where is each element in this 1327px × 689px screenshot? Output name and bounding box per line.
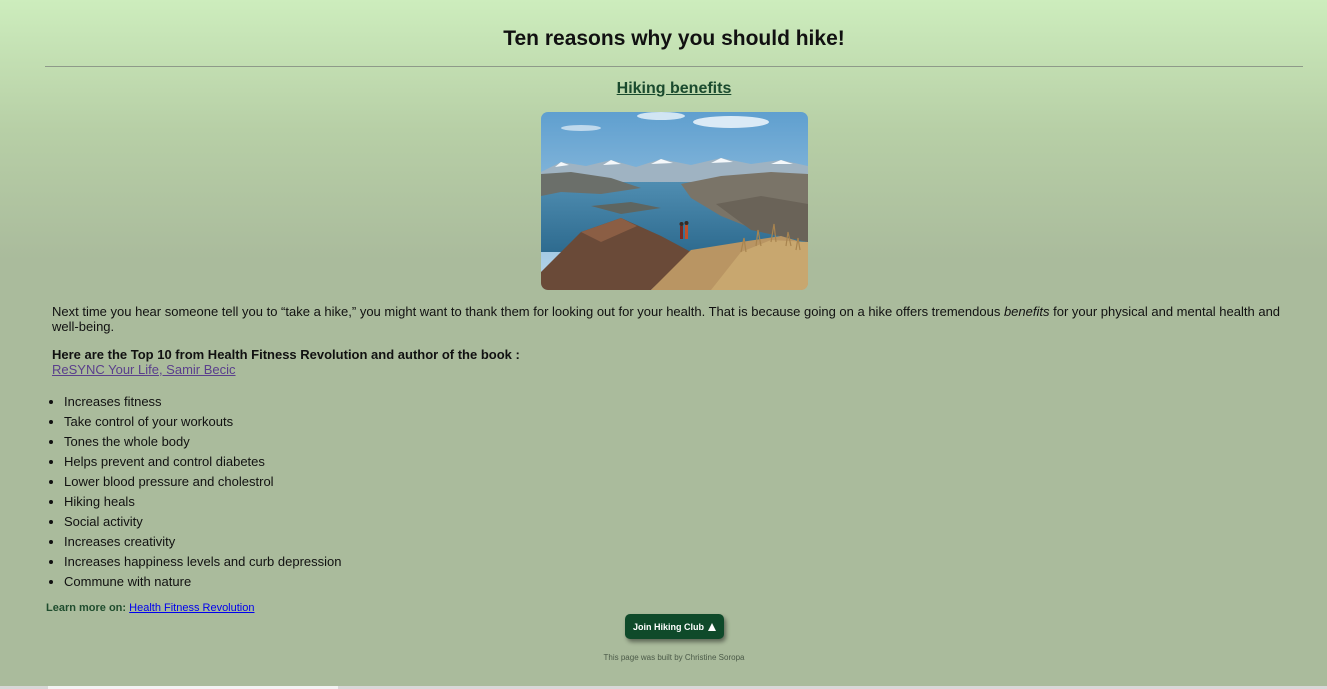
list-item: Increases fitness bbox=[64, 392, 342, 412]
learn-more: Learn more on: Health Fitness Revolution bbox=[46, 602, 254, 615]
book-link[interactable]: ReSYNC Your Life, Samir Becic bbox=[52, 362, 236, 377]
section-heading: Hiking benefits bbox=[0, 80, 1327, 98]
join-hiking-club-button[interactable]: Join Hiking Club bbox=[625, 614, 724, 639]
list-item: Increases happiness levels and curb depr… bbox=[64, 552, 342, 572]
health-fitness-revolution-link[interactable]: Health Fitness Revolution bbox=[129, 602, 254, 614]
top-ten-lead: Here are the Top 10 from Health Fitness … bbox=[52, 347, 520, 377]
list-item: Social activity bbox=[64, 512, 342, 532]
header-divider bbox=[45, 66, 1303, 67]
intro-paragraph: Next time you hear someone tell you to “… bbox=[52, 304, 1302, 334]
footer-credit: This page was built by Christine Soropa bbox=[603, 653, 745, 662]
landscape-photo bbox=[541, 112, 808, 290]
learn-more-label: Learn more on: bbox=[46, 602, 127, 614]
benefits-emphasis: benefits bbox=[1003, 304, 1050, 319]
list-item: Increases creativity bbox=[64, 532, 342, 552]
hiking-benefits-link[interactable]: Hiking benefits bbox=[617, 80, 732, 97]
list-item: Hiking heals bbox=[64, 492, 342, 512]
intro-text: Next time you hear someone tell you to “… bbox=[52, 304, 1004, 319]
list-item: Commune with nature bbox=[64, 572, 342, 592]
top-ten-heading: Here are the Top 10 from Health Fitness … bbox=[52, 347, 520, 362]
list-item: Tones the whole body bbox=[64, 432, 342, 452]
hero-image bbox=[541, 112, 808, 290]
tree-triangle-icon bbox=[708, 622, 716, 631]
join-button-label: Join Hiking Club bbox=[633, 621, 704, 632]
reasons-list: Increases fitness Take control of your w… bbox=[46, 392, 342, 592]
list-item: Take control of your workouts bbox=[64, 412, 342, 432]
list-item: Helps prevent and control diabetes bbox=[64, 452, 342, 472]
page-title: Ten reasons why you should hike! bbox=[503, 27, 845, 50]
list-item: Lower blood pressure and cholestrol bbox=[64, 472, 342, 492]
